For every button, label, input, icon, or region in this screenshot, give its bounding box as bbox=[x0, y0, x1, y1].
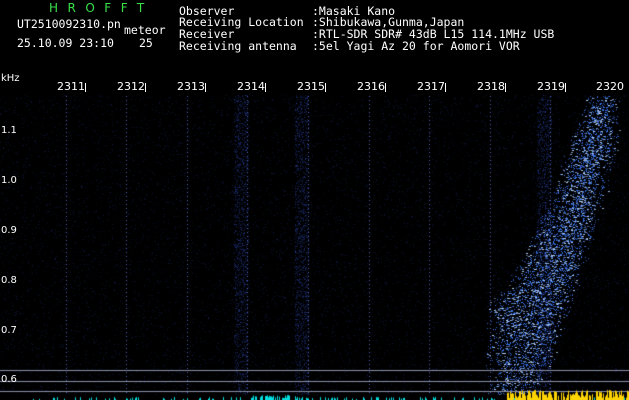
freq-tick: 0.6 bbox=[1, 374, 17, 385]
freq-tick: 0.9 bbox=[1, 225, 17, 236]
freq-tick: 0.7 bbox=[1, 325, 17, 336]
app-title: HROFFT bbox=[49, 1, 154, 15]
time-tick: 2314 bbox=[237, 80, 266, 93]
time-tick: 2319 bbox=[537, 80, 566, 93]
freq-tick: 0.8 bbox=[1, 275, 17, 286]
observation-datetime: 25.10.09 23:10 bbox=[17, 36, 114, 50]
y-axis-unit: kHz bbox=[1, 73, 20, 84]
time-tick: 2315 bbox=[297, 80, 326, 93]
time-tick: 2312 bbox=[117, 80, 146, 93]
time-tick: 2313 bbox=[177, 80, 206, 93]
time-tick: 2317 bbox=[417, 80, 446, 93]
antenna-label: Receiving antenna bbox=[179, 39, 297, 53]
mode-label: meteor bbox=[124, 23, 166, 37]
file-name: UT2510092310.pn bbox=[17, 17, 121, 31]
spectrogram-plot bbox=[0, 0, 629, 400]
freq-tick: 1.1 bbox=[1, 125, 17, 136]
antenna-value: :5el Yagi Az 20 for Aomori VOR bbox=[312, 39, 520, 53]
time-tick: 2311 bbox=[57, 80, 86, 93]
time-tick: 2318 bbox=[477, 80, 506, 93]
freq-tick: 1.0 bbox=[1, 175, 17, 186]
time-tick: 2320 bbox=[596, 80, 624, 93]
time-tick: 2316 bbox=[357, 80, 386, 93]
echo-count: 25 bbox=[139, 36, 153, 50]
